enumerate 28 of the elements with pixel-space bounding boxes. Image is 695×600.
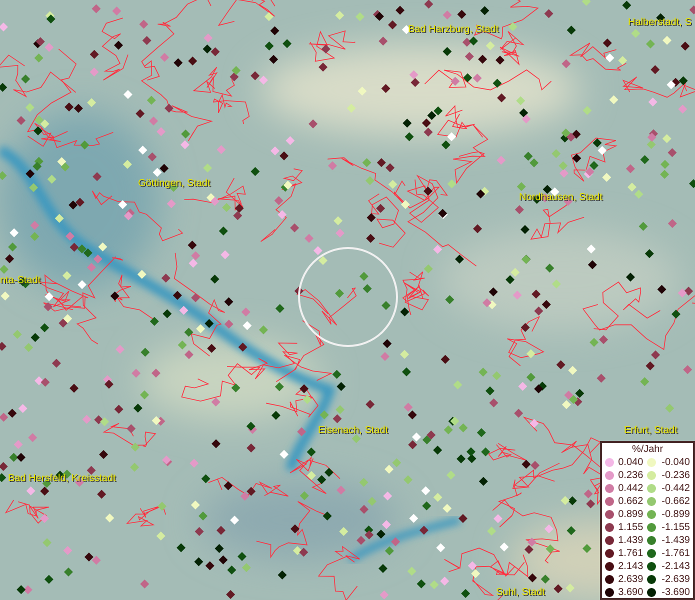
legend-title: %/Jahr [630,444,664,456]
legend-label: -0.040 [660,456,690,470]
legend-label: -1.155 [660,521,690,535]
place-label: Erfurt, Stadt [624,424,678,438]
legend-label: 0.236 [617,469,644,483]
legend-label: 2.639 [617,573,644,587]
legend-label: -0.899 [660,508,690,522]
legend-label: 0.662 [617,495,644,509]
place-label: Eisenach, Stadt [318,424,388,438]
legend-label: -1.761 [660,547,690,561]
legend-label: 1.155 [617,521,644,535]
legend-label: -0.236 [660,469,690,483]
legend-label: -0.442 [660,482,690,496]
legend-label: -2.143 [660,560,690,574]
legend-label: 1.761 [617,547,644,561]
legend-label: -2.639 [660,573,690,587]
legend-label: -1.439 [660,534,690,548]
place-label: Göttingen, Stadt [138,177,210,191]
legend-label: 0.442 [617,482,644,496]
legend-label: 1.439 [617,534,644,548]
place-label: Suhl, Stadt [496,586,545,600]
legend-label: -0.662 [660,495,690,509]
legend-label: 0.040 [617,456,644,470]
place-label: Halberstadt, S [628,16,692,30]
legend-label: 2.143 [617,560,644,574]
legend-label: 0.899 [617,508,644,522]
legend-label: -3.690 [660,586,690,600]
legend-label: 3.690 [617,586,644,600]
